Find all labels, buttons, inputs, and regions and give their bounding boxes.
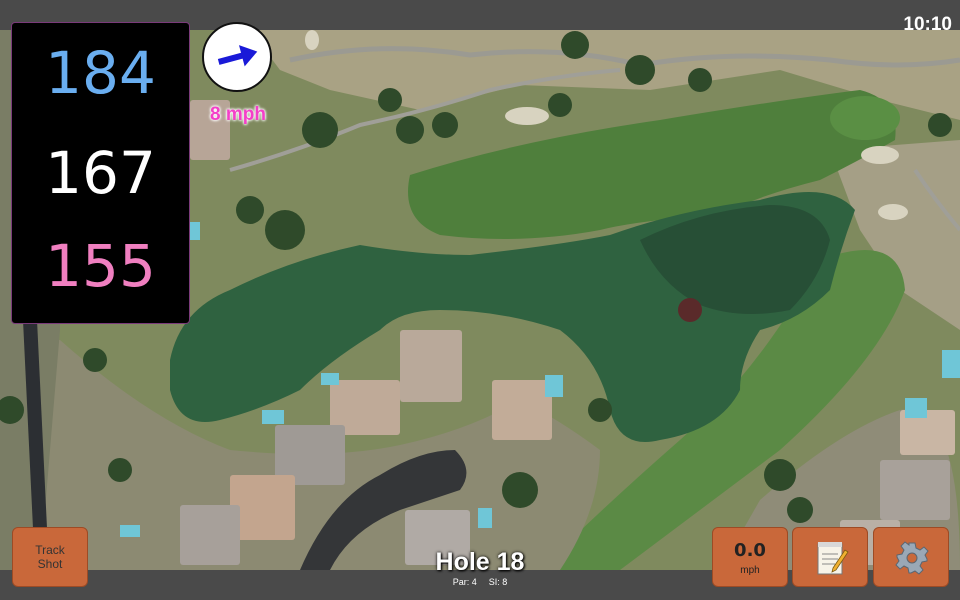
front-distance: 155 [45,232,156,300]
distance-panel: 184 167 155 [11,22,190,324]
gear-icon [895,541,929,575]
notepad-icon [817,542,849,575]
wind-direction-indicator [202,22,272,92]
track-shot-button[interactable]: Track Shot [12,527,88,587]
hole-par: Par: 4 [452,577,477,587]
arrow-icon [217,45,258,67]
clock: 10:10 [903,14,952,35]
speed-button[interactable]: 0.0 mph [712,527,788,587]
hole-info: Par: 4 SI: 8 [380,577,580,587]
hole-stroke-index: SI: 8 [488,577,508,587]
track-shot-label: Track Shot [35,543,65,571]
hole-title: Hole 18 [435,548,525,576]
middle-distance: 167 [45,139,156,207]
notes-button[interactable] [792,527,868,587]
back-distance: 184 [45,39,156,107]
speed-unit: mph [740,565,760,576]
wind-speed: 8 mph [210,104,266,125]
settings-button[interactable] [873,527,949,587]
speed-value: 0.0 [734,540,766,561]
